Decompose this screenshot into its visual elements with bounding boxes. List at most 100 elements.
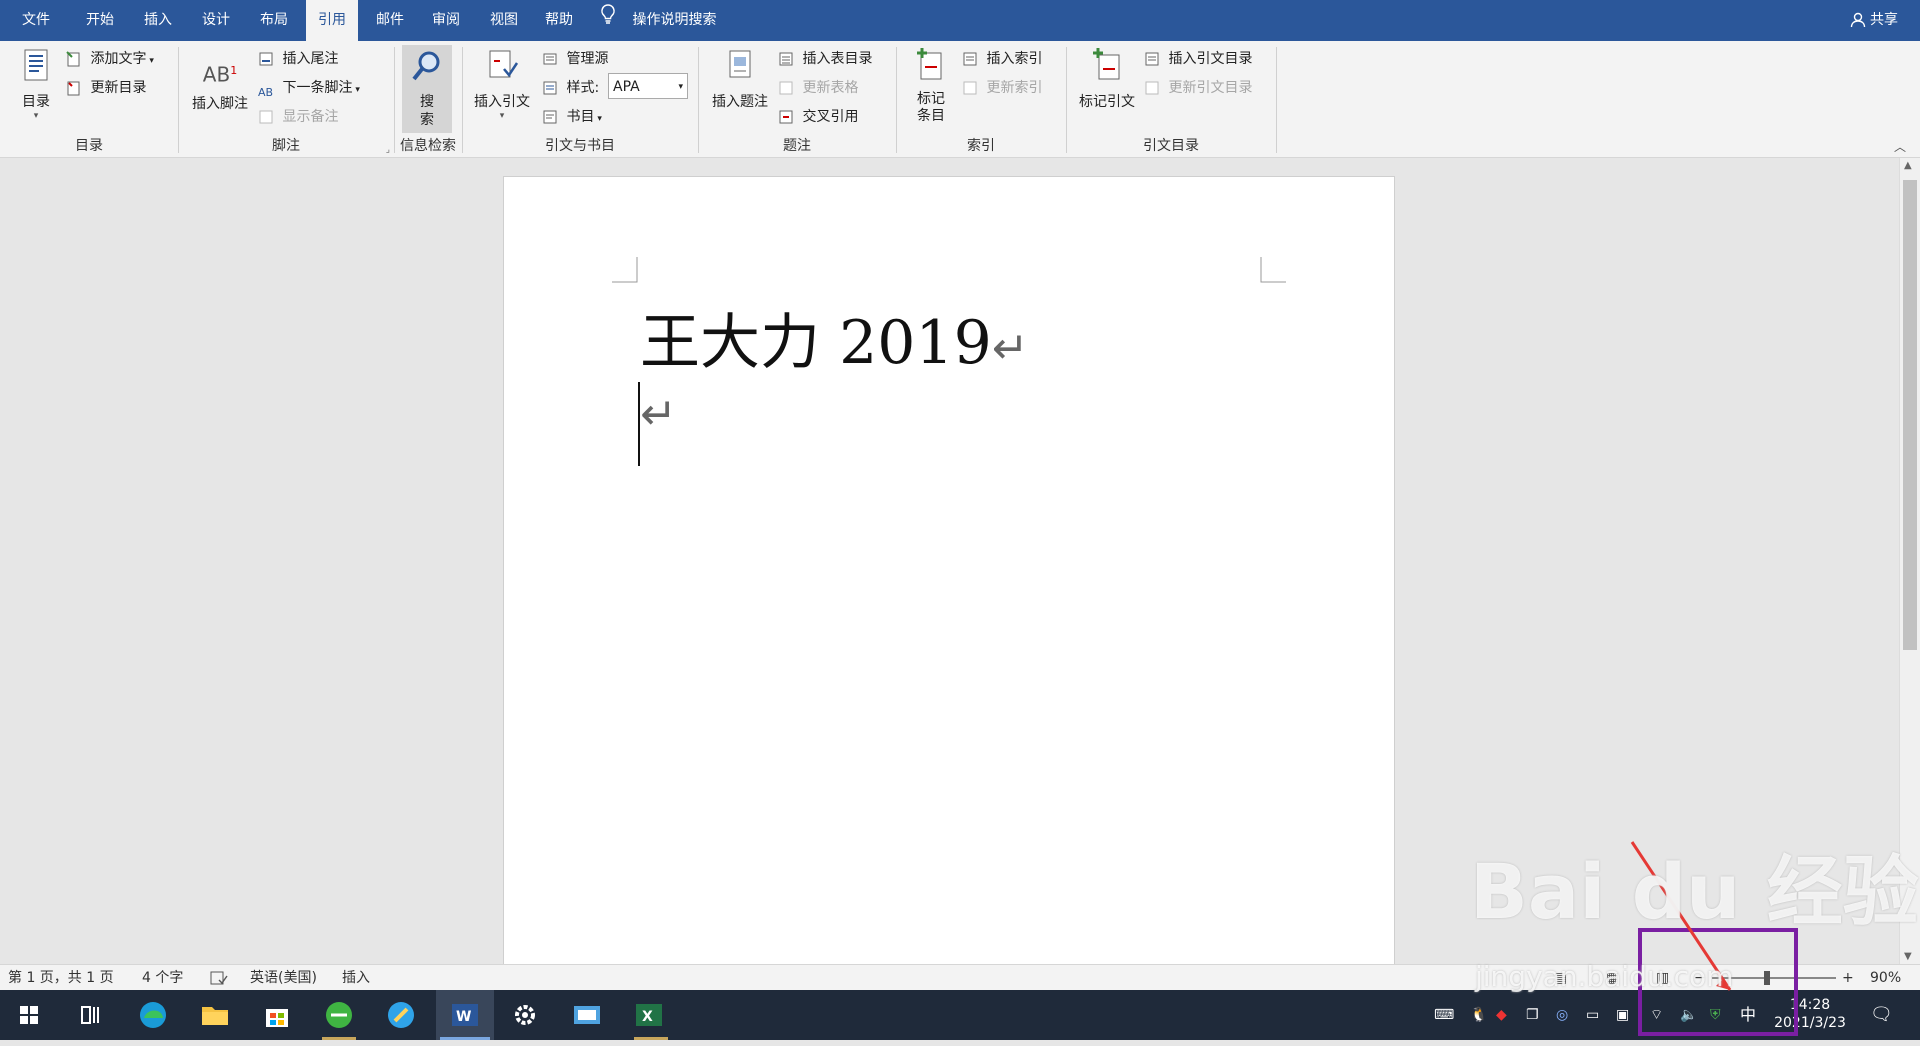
insert-tof-label: 插入表目录	[802, 51, 873, 67]
tray-qq-icon[interactable]: 🐧	[1470, 990, 1487, 1040]
insert-footnote-button[interactable]: AB1 插入脚注	[188, 53, 252, 113]
vertical-scrollbar[interactable]: ▲ ▼	[1899, 158, 1920, 964]
tray-monitor-icon[interactable]: ▭	[1586, 990, 1599, 1040]
store-icon[interactable]	[258, 996, 296, 1034]
next-footnote-icon: AB	[258, 86, 274, 99]
tray-keyboard-icon[interactable]: ⌨	[1434, 990, 1454, 1040]
document-page[interactable]: 王大力 2019↵ ↵	[503, 176, 1395, 964]
insert-citation-icon	[489, 50, 519, 78]
person-icon	[1850, 12, 1870, 28]
search-button[interactable]: 搜索	[402, 45, 452, 133]
excel-app-icon[interactable]: X	[630, 996, 668, 1034]
tray-mcafee-icon[interactable]: ◆	[1496, 990, 1507, 1040]
insert-footnote-label: 插入脚注	[192, 96, 248, 112]
show-notes-button[interactable]: 显示备注	[258, 104, 338, 130]
tray-window-icon[interactable]: ❐	[1526, 990, 1539, 1040]
tab-layout[interactable]: 布局	[248, 0, 300, 41]
group-citations: 插入引文 ▾ 管理源 样式: APA ▾ 书目 ▾ 引文与书目	[464, 41, 696, 157]
edge-browser-icon[interactable]	[134, 996, 172, 1034]
tab-view[interactable]: 视图	[478, 0, 530, 41]
update-toa-button[interactable]: 更新引文目录	[1144, 75, 1252, 101]
next-footnote-button[interactable]: AB 下一条脚注 ▾	[258, 75, 360, 101]
update-index-button[interactable]: 更新索引	[962, 75, 1042, 101]
word-app-icon: W	[452, 1004, 478, 1026]
bibliography-icon	[543, 110, 557, 124]
page-count[interactable]: 第 1 页，共 1 页	[8, 965, 114, 991]
mark-citation-button[interactable]: 标记引文	[1074, 47, 1140, 111]
browser-360-icon[interactable]	[320, 996, 358, 1034]
settings-gear-icon[interactable]	[506, 996, 544, 1034]
update-table-button[interactable]: 更新表格	[778, 75, 858, 101]
tray-display-icon[interactable]: ▣	[1616, 990, 1629, 1040]
style-value: APA	[613, 79, 640, 95]
zoom-level[interactable]: 90%	[1870, 965, 1901, 991]
add-text-icon	[66, 51, 80, 67]
proofing-icon[interactable]	[210, 965, 228, 991]
tab-review[interactable]: 审阅	[420, 0, 472, 41]
paragraph-mark: ↵	[640, 389, 677, 440]
tab-file[interactable]: 文件	[10, 0, 62, 41]
manage-sources-button[interactable]: 管理源	[542, 46, 608, 72]
word-count[interactable]: 4 个字	[142, 965, 183, 991]
share-button[interactable]: 共享	[1850, 0, 1898, 41]
margin-corner-icon	[1260, 257, 1286, 283]
collapse-ribbon-icon[interactable]: ︿	[1894, 138, 1906, 155]
group-captions-label: 题注	[783, 138, 811, 154]
scroll-up-icon[interactable]: ▲	[1904, 160, 1912, 171]
tab-references[interactable]: 引用	[306, 0, 358, 41]
cross-reference-label: 交叉引用	[802, 109, 859, 125]
separator	[698, 47, 699, 153]
tab-insert[interactable]: 插入	[132, 0, 184, 41]
zoom-in-icon[interactable]: +	[1842, 965, 1854, 991]
insert-caption-icon	[729, 50, 751, 78]
insert-toa-button[interactable]: 插入引文目录	[1144, 46, 1252, 72]
manage-sources-icon	[543, 53, 557, 65]
insert-caption-button[interactable]: 插入题注	[708, 47, 772, 111]
tab-mailings[interactable]: 邮件	[364, 0, 416, 41]
scrollbar-thumb[interactable]	[1903, 180, 1917, 650]
bibliography-button[interactable]: 书目 ▾	[542, 104, 602, 130]
update-toc-button[interactable]: 更新目录	[66, 75, 146, 101]
notifications-icon[interactable]: 🗨	[1870, 990, 1893, 1040]
insert-tof-button[interactable]: 插入表目录	[778, 46, 872, 72]
tray-circle-icon[interactable]: ◎	[1556, 990, 1568, 1040]
tell-me-search[interactable]: 操作说明搜索	[600, 0, 716, 41]
insert-citation-button[interactable]: 插入引文 ▾	[470, 47, 534, 121]
insert-toa-label: 插入引文目录	[1168, 51, 1253, 67]
update-toc-label: 更新目录	[90, 80, 147, 96]
tab-home[interactable]: 开始	[74, 0, 126, 41]
taskbar-word-active[interactable]: W	[436, 990, 494, 1040]
group-index-label: 索引	[967, 138, 995, 154]
table-of-figures-icon	[779, 52, 793, 66]
style-dropdown[interactable]: APA ▾	[608, 73, 688, 99]
group-toa-label: 引文目录	[1143, 138, 1199, 154]
mark-entry-button[interactable]: 标记条目	[906, 47, 956, 125]
mark-entry-icon	[917, 48, 942, 80]
manage-sources-label: 管理源	[566, 51, 609, 67]
task-view-icon[interactable]	[70, 996, 108, 1034]
endnote-icon	[259, 52, 273, 66]
notes-app-icon[interactable]	[382, 996, 420, 1034]
insert-index-button[interactable]: 插入索引	[962, 46, 1042, 72]
group-index: 标记条目 插入索引 更新索引 索引	[898, 41, 1064, 157]
cross-reference-button[interactable]: 交叉引用	[778, 104, 858, 130]
document-text: 王大力 2019	[640, 308, 992, 378]
language[interactable]: 英语(美国)	[250, 965, 317, 991]
insert-index-label: 插入索引	[986, 51, 1043, 67]
file-explorer-icon[interactable]	[196, 996, 234, 1034]
windows-start-icon[interactable]	[10, 996, 48, 1034]
add-text-button[interactable]: 添加文字 ▾	[66, 46, 154, 72]
insert-endnote-button[interactable]: 插入尾注	[258, 46, 338, 72]
insert-mode[interactable]: 插入	[342, 965, 370, 991]
tab-help[interactable]: 帮助	[533, 0, 585, 41]
update-index-label: 更新索引	[986, 80, 1043, 96]
toc-button[interactable]: 目录 ▾	[14, 47, 58, 121]
footnote-ab-icon: AB1	[202, 62, 238, 87]
dialog-launcher-icon[interactable]: ⌟	[386, 145, 390, 155]
document-text-line[interactable]: 王大力 2019↵	[640, 294, 1029, 381]
mark-citation-label: 标记引文	[1079, 94, 1135, 110]
control-panel-icon[interactable]	[568, 996, 606, 1034]
scroll-down-icon[interactable]: ▼	[1904, 951, 1912, 962]
tab-design[interactable]: 设计	[190, 0, 242, 41]
next-footnote-label: 下一条脚注	[282, 80, 353, 96]
